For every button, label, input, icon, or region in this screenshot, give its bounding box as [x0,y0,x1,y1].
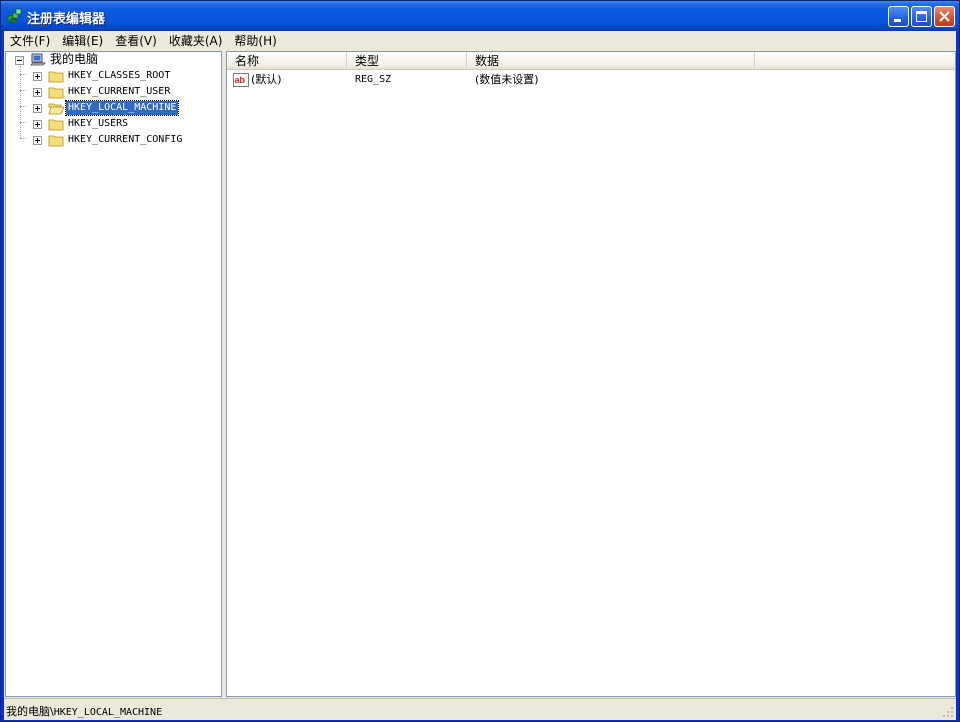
menu-edit[interactable]: 编辑(E) [56,31,109,51]
svg-text:ab: ab [235,75,246,85]
expand-toggle[interactable] [33,104,42,113]
value-data: (数值未设置) [475,73,539,86]
folder-icon [48,87,64,99]
minimize-button[interactable] [888,6,909,27]
minimize-icon [894,19,901,22]
computer-icon [30,53,46,66]
tree-label: HKEY_USERS [68,118,129,129]
expand-toggle[interactable] [33,136,42,145]
status-path-key: HKEY_LOCAL_MACHINE [53,707,163,718]
menu-favorites[interactable]: 收藏夹(A) [163,31,229,51]
menu-view[interactable]: 查看(V) [109,31,163,51]
tree-label: 我的电脑 [50,52,99,66]
value-type: REG_SZ [355,74,392,85]
tree-label-selected: HKEY_LOCAL_MACHINE [64,100,180,116]
menu-file[interactable]: 文件(F) [4,31,56,51]
tree-label: HKEY_CURRENT_CONFIG [68,134,183,145]
status-path-prefix: 我的电脑\ [6,705,54,718]
status-path: 我的电脑\HKEY_LOCAL_MACHINE [6,703,162,719]
collapse-toggle[interactable] [15,56,24,65]
list-item[interactable]: ab (默认) REG_SZ (数值未设置) [227,72,955,88]
folder-open-icon [48,103,64,115]
tree-item-hku[interactable]: HKEY_USERS [6,116,221,132]
column-header-type[interactable]: 类型 [347,52,467,70]
close-icon [939,11,950,22]
folder-icon [48,71,64,83]
expand-toggle[interactable] [33,88,42,97]
tree-label: HKEY_CLASSES_ROOT [68,70,171,81]
folder-icon [48,119,64,131]
tree-item-hkcu[interactable]: HKEY_CURRENT_USER [6,84,221,100]
string-value-icon: ab [233,73,249,87]
value-list[interactable]: 名称 类型 数据 ab (默认) REG_SZ (数值未设置) [226,51,956,697]
maximize-button[interactable] [911,6,932,27]
tree-item-my-computer[interactable]: 我的电脑 [6,52,221,68]
menu-bar: 文件(F) 编辑(E) 查看(V) 收藏夹(A) 帮助(H) [4,31,956,51]
value-name: (默认) [251,73,282,86]
resize-grip-icon[interactable] [942,706,954,718]
tree-item-hkcr[interactable]: HKEY_CLASSES_ROOT [6,68,221,84]
client-area: 文件(F) 编辑(E) 查看(V) 收藏夹(A) 帮助(H) 我的电脑 HKEY… [4,31,956,720]
close-button[interactable] [934,6,955,27]
tree-item-hkcc[interactable]: HKEY_CURRENT_CONFIG [6,132,221,148]
registry-tree[interactable]: 我的电脑 HKEY_CLASSES_ROOT HKEY_CURRENT_USER [5,51,222,697]
column-header-row: 名称 类型 数据 [227,52,955,70]
maximize-icon [916,11,927,22]
tree-label: HKEY_CURRENT_USER [68,86,171,97]
menu-help[interactable]: 帮助(H) [228,31,282,51]
title-bar[interactable]: 注册表编辑器 [1,1,959,31]
expand-toggle[interactable] [33,120,42,129]
regedit-icon [7,8,22,24]
status-bar: 我的电脑\HKEY_LOCAL_MACHINE [4,698,956,720]
tree-item-hklm[interactable]: HKEY_LOCAL_MACHINE [6,100,221,116]
expand-toggle[interactable] [33,72,42,81]
regedit-window: 注册表编辑器 文件(F) 编辑(E) 查看(V) 收藏夹(A) 帮助(H) 我的… [0,0,960,722]
folder-icon [48,135,64,147]
column-header-data[interactable]: 数据 [467,52,755,70]
window-title: 注册表编辑器 [27,12,106,27]
column-header-name[interactable]: 名称 [227,52,347,70]
